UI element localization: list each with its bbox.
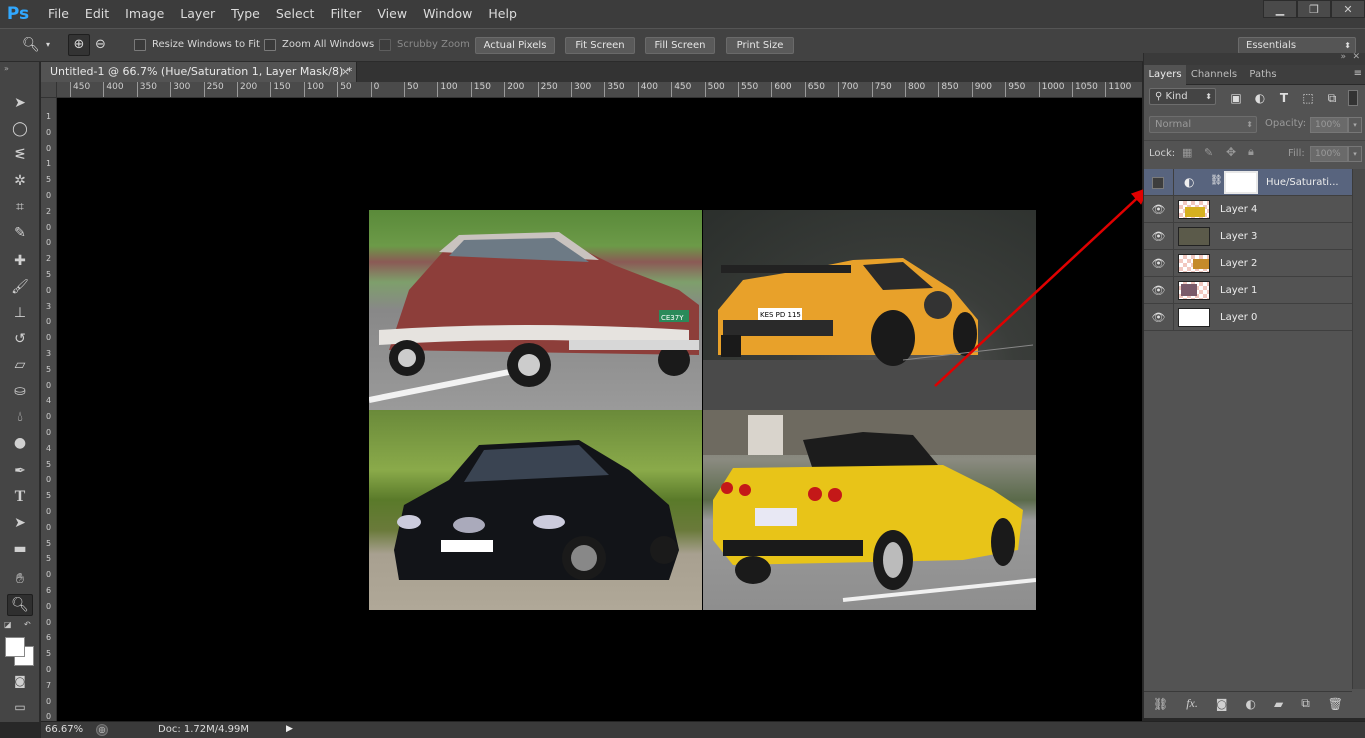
add-mask-icon[interactable]: ◙ — [1216, 697, 1228, 711]
eye-icon[interactable]: 👁︎ — [1144, 196, 1174, 223]
layers-panel: » ✕ Layers Channels Paths ≡ ⚲ Kind ⬍ ▣ ◐… — [1143, 52, 1365, 718]
layer-name: Layer 1 — [1220, 285, 1258, 296]
layer-row-4[interactable]: 👁︎ Layer 4 — [1144, 196, 1352, 223]
opacity-dropdown-icon[interactable]: ▾ — [1348, 117, 1362, 133]
fill-label: Fill: — [1288, 148, 1305, 159]
divider — [1144, 140, 1365, 141]
chevron-updown-icon: ⬍ — [1205, 92, 1212, 101]
panel-tabs: Layers Channels Paths ≡ — [1144, 65, 1365, 85]
fill-dropdown-icon[interactable]: ▾ — [1348, 146, 1362, 162]
layer-name: Layer 2 — [1220, 258, 1258, 269]
opacity-input[interactable]: 100% — [1310, 117, 1348, 133]
mercedes-thumbnail-mark — [1179, 228, 1209, 245]
filter-kind-select[interactable]: ⚲ Kind ⬍ — [1149, 88, 1216, 105]
status-bar: 66.67% ◎ Doc: 1.72M/4.99M ▶ — [41, 721, 1365, 738]
new-adjustment-layer-icon[interactable]: ◐ — [1246, 697, 1256, 711]
layer-row-3[interactable]: 👁︎ Layer 3 — [1144, 223, 1352, 250]
new-group-folder-icon[interactable]: ▰ — [1274, 697, 1283, 711]
link-layers-icon[interactable]: ⛓ — [1153, 697, 1168, 711]
layers-bottom-bar: ⛓ fx. ◙ ◐ ▰ ⧉ 🗑︎ — [1144, 691, 1352, 715]
lock-pixels-icon[interactable]: ✎ — [1204, 146, 1213, 159]
doc-size-info: Doc: 1.72M/4.99M — [158, 724, 250, 735]
layer-row-0[interactable]: 👁︎ Layer 0 — [1144, 304, 1352, 331]
opacity-label: Opacity: — [1265, 118, 1307, 129]
filter-toggle-icon[interactable] — [1348, 90, 1358, 106]
new-layer-icon[interactable]: ⧉ — [1301, 696, 1310, 711]
chain-link-icon[interactable]: ⛓ — [1210, 175, 1223, 186]
panel-scrollbar[interactable] — [1352, 169, 1365, 689]
eye-icon[interactable]: 👁︎ — [1144, 250, 1174, 277]
share-icon[interactable]: ◎ — [96, 724, 108, 736]
layer-thumbnail — [1178, 227, 1210, 246]
filter-pixel-icon[interactable]: ▣ — [1228, 90, 1244, 106]
corvette-thumbnail-mark — [1185, 207, 1205, 217]
eye-icon[interactable]: 👁︎ — [1144, 304, 1174, 331]
panel-header: » ✕ — [1144, 52, 1365, 65]
tab-channels[interactable]: Channels — [1188, 65, 1240, 85]
lock-position-icon[interactable]: ✥ — [1226, 145, 1236, 159]
filter-type-icon[interactable]: T — [1276, 90, 1292, 106]
lock-label: Lock: — [1149, 148, 1176, 159]
close-panel-icon[interactable]: ✕ — [1352, 52, 1360, 62]
blend-mode-select[interactable]: Normal ⬍ — [1149, 116, 1257, 133]
adjustment-layer-icon: ◐ — [1184, 175, 1195, 189]
filter-shape-icon[interactable]: ⬚ — [1300, 90, 1316, 106]
lock-all-icon[interactable]: 🔒︎ — [1248, 145, 1254, 159]
filter-adjustment-icon[interactable]: ◐ — [1252, 90, 1268, 106]
layer-row-2[interactable]: 👁︎ Layer 2 — [1144, 250, 1352, 277]
filter-kind-label: Kind — [1165, 91, 1188, 102]
collapse-panel-icon[interactable]: » — [1340, 52, 1346, 62]
lock-transparent-icon[interactable]: ▦ — [1182, 146, 1192, 159]
chevron-updown-icon: ⬍ — [1246, 120, 1253, 129]
tab-layers[interactable]: Layers — [1144, 65, 1186, 85]
layer-thumbnail — [1178, 308, 1210, 327]
blend-mode-label: Normal — [1155, 119, 1192, 130]
delete-layer-trash-icon[interactable]: 🗑︎ — [1328, 697, 1343, 711]
layer-row-hue-saturation[interactable]: ◐ ⛓ Hue/Saturati... — [1144, 169, 1352, 196]
fill-input[interactable]: 100% — [1310, 146, 1348, 162]
classic-car-thumbnail-mark — [1181, 284, 1197, 296]
visibility-toggle[interactable] — [1144, 169, 1174, 196]
layer-thumbnail — [1178, 254, 1210, 273]
layer-name: Hue/Saturati... — [1266, 177, 1339, 188]
filter-smart-object-icon[interactable]: ⧉ — [1324, 90, 1340, 106]
layer-row-1[interactable]: 👁︎ Layer 1 — [1144, 277, 1352, 304]
tab-paths[interactable]: Paths — [1242, 65, 1284, 85]
layer-name: Layer 3 — [1220, 231, 1258, 242]
zoom-level[interactable]: 66.67% — [45, 722, 83, 738]
layer-mask-thumbnail[interactable] — [1224, 171, 1258, 194]
search-icon: ⚲ — [1155, 91, 1166, 102]
status-menu-arrow-icon[interactable]: ▶ — [286, 724, 296, 736]
audi-thumbnail-mark — [1193, 259, 1209, 269]
layer-thumbnail — [1178, 200, 1210, 219]
hidden-visibility-box[interactable] — [1152, 177, 1164, 189]
layer-style-fx-icon[interactable]: fx. — [1186, 696, 1198, 711]
eye-icon[interactable]: 👁︎ — [1144, 223, 1174, 250]
panel-menu-icon[interactable]: ≡ — [1354, 68, 1362, 79]
layer-thumbnail — [1178, 281, 1210, 300]
layer-name: Layer 0 — [1220, 312, 1258, 323]
layer-name: Layer 4 — [1220, 204, 1258, 215]
eye-icon[interactable]: 👁︎ — [1144, 277, 1174, 304]
